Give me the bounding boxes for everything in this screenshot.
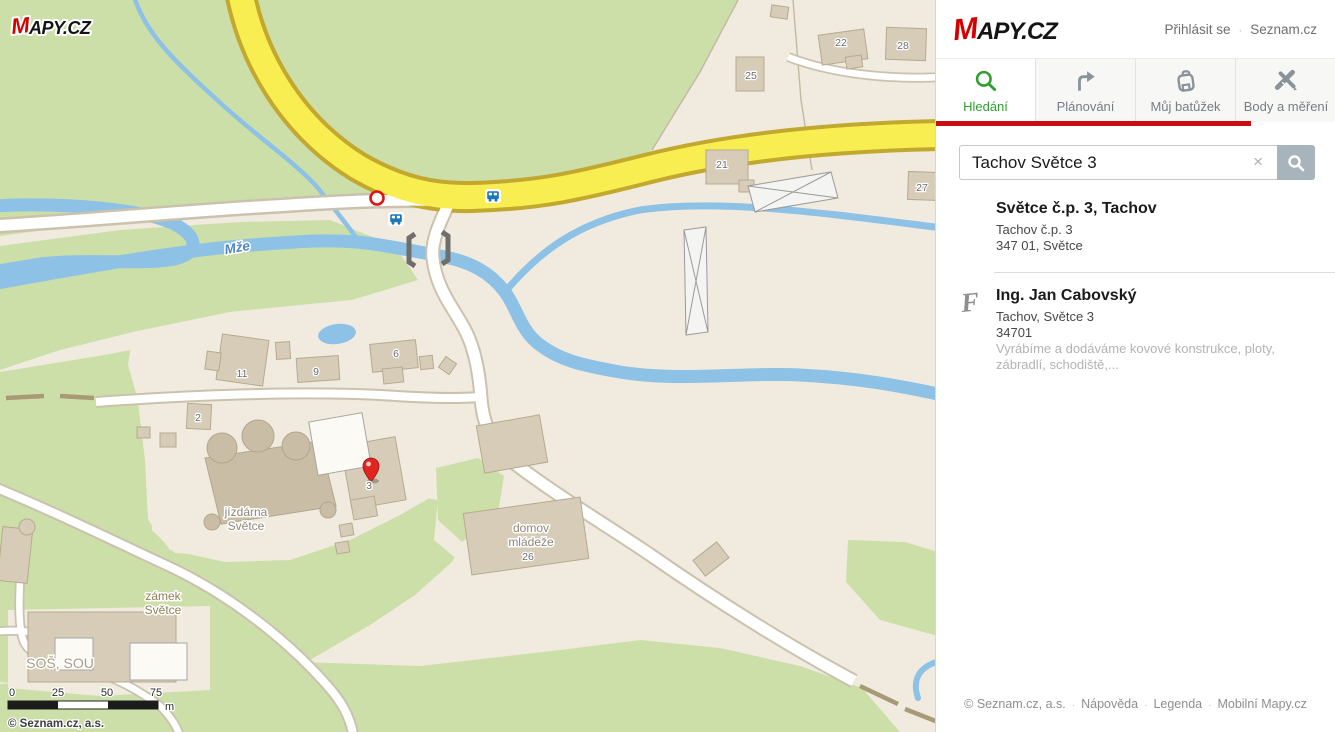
footer-link-mobilni[interactable]: Mobilní Mapy.cz xyxy=(1217,697,1306,711)
svg-text:50: 50 xyxy=(101,687,113,699)
bus-stop-icon[interactable] xyxy=(388,212,404,226)
svg-text:m: m xyxy=(165,701,174,713)
svg-text:2: 2 xyxy=(195,412,201,424)
tab-label: Body a měření xyxy=(1244,99,1329,114)
measure-tools-icon xyxy=(1273,68,1299,94)
header-links: Přihlásit se · Seznam.cz xyxy=(1165,22,1317,37)
svg-text:22: 22 xyxy=(835,37,847,49)
active-section-red-bar xyxy=(936,121,1251,126)
route-point-ring-marker[interactable] xyxy=(371,192,384,205)
logo-letter-m: M xyxy=(951,12,978,48)
route-icon xyxy=(1073,68,1099,94)
search-button[interactable] xyxy=(1277,145,1315,180)
search-row: × xyxy=(959,145,1315,180)
logo-rest: APY.CZ xyxy=(977,18,1057,45)
clear-search-icon[interactable]: × xyxy=(1253,152,1263,172)
pin-building-number: 3 xyxy=(366,480,372,492)
result-description: Vyrábíme a dodáváme kovové konstrukce, p… xyxy=(996,341,1321,357)
tab-label: Hledání xyxy=(963,99,1008,114)
footer-link-legenda[interactable]: Legenda xyxy=(1153,697,1202,711)
svg-text:26: 26 xyxy=(522,551,534,563)
sidebar-footer: © Seznam.cz, a.s. · Nápověda · Legenda · Mobil… xyxy=(936,697,1335,711)
result-item-address[interactable]: Světce č.p. 3, Tachov Tachov č.p. 3 347 … xyxy=(936,200,1335,254)
map-canvas[interactable]: Mže jízdárna Světce zámek Světce domov m… xyxy=(0,0,935,732)
svg-text:9: 9 xyxy=(313,366,319,378)
bus-stop-icon[interactable] xyxy=(485,189,501,203)
map-copyright: © Seznam.cz, a.s. xyxy=(8,718,104,730)
footer-separator-dot: · xyxy=(1072,700,1075,711)
castle-label-2: Světce xyxy=(145,603,182,617)
login-link[interactable]: Přihlásit se xyxy=(1165,22,1231,37)
search-input[interactable] xyxy=(959,145,1277,180)
svg-text:75: 75 xyxy=(150,687,162,699)
backpack-icon xyxy=(1173,68,1199,94)
footer-separator-dot: · xyxy=(1144,700,1147,711)
svg-text:25: 25 xyxy=(52,687,64,699)
result-line: 347 01, Světce xyxy=(996,238,1321,254)
results-divider xyxy=(994,272,1335,273)
svg-text:28: 28 xyxy=(897,40,909,52)
castle-label-1: zámek xyxy=(145,589,181,603)
dorm-label-2: mládeže xyxy=(508,535,554,549)
result-item-company[interactable]: F Ing. Jan Cabovský Tachov, Světce 3 347… xyxy=(936,287,1335,373)
tab-strip: Hledání Plánování Můj batůžek xyxy=(936,58,1335,121)
result-line: 34701 xyxy=(996,325,1321,341)
link-separator-dot: · xyxy=(1239,25,1243,37)
result-line: Tachov č.p. 3 xyxy=(996,222,1321,238)
sidebar-panel: MAPY.CZ Přihlásit se · Seznam.cz Hledání P… xyxy=(935,0,1335,732)
search-icon xyxy=(973,68,999,94)
svg-text:11: 11 xyxy=(237,368,248,380)
svg-text:F: F xyxy=(958,288,980,316)
svg-text:27: 27 xyxy=(916,182,928,194)
svg-text:25: 25 xyxy=(745,70,757,82)
riding-hall-label-2: Světce xyxy=(228,519,265,533)
footer-copyright: © Seznam.cz, a.s. xyxy=(964,697,1066,711)
footer-link-napoveda[interactable]: Nápověda xyxy=(1081,697,1138,711)
svg-text:0: 0 xyxy=(9,687,15,699)
dorm-label-1: domov xyxy=(513,521,549,535)
firmy-f-icon: F xyxy=(957,288,985,316)
riding-hall-label-1: jízdárna xyxy=(224,505,268,519)
result-line: Tachov, Světce 3 xyxy=(996,309,1321,325)
mapy-cz-logo[interactable]: MAPY.CZ xyxy=(953,13,1057,47)
tab-label: Plánování xyxy=(1057,99,1115,114)
tab-body-a-mereni[interactable]: Body a měření xyxy=(1236,59,1335,122)
result-title[interactable]: Světce č.p. 3, Tachov xyxy=(996,200,1321,218)
svg-text:APY.CZ: APY.CZ xyxy=(28,18,92,38)
search-results-list: Světce č.p. 3, Tachov Tachov č.p. 3 347 … xyxy=(936,200,1335,373)
tab-label: Můj batůžek xyxy=(1150,99,1220,114)
tab-muj-batuzek[interactable]: Můj batůžek xyxy=(1136,59,1236,122)
result-title[interactable]: Ing. Jan Cabovský xyxy=(996,287,1321,305)
school-label: SOŠ, SOU xyxy=(26,655,94,671)
tab-planovani[interactable]: Plánování xyxy=(1036,59,1136,122)
svg-text:21: 21 xyxy=(716,159,728,171)
map-pane[interactable]: Mže jízdárna Světce zámek Světce domov m… xyxy=(0,0,935,732)
result-description: zábradlí, schodiště,... xyxy=(996,357,1321,373)
sidebar-header: MAPY.CZ Přihlásit se · Seznam.cz xyxy=(936,0,1335,58)
tab-hledani[interactable]: Hledání xyxy=(936,59,1036,122)
svg-text:6: 6 xyxy=(393,348,399,360)
seznam-link[interactable]: Seznam.cz xyxy=(1250,22,1317,37)
mapy-cz-app: Mže jízdárna Světce zámek Světce domov m… xyxy=(0,0,1335,732)
footer-separator-dot: · xyxy=(1208,700,1211,711)
search-button-icon xyxy=(1286,153,1306,173)
